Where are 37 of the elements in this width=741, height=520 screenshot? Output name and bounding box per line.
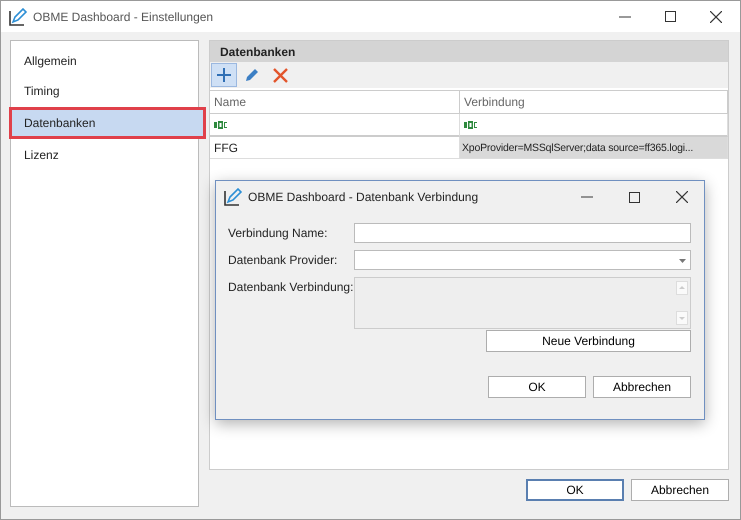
column-header[interactable]: Verbindung <box>460 90 728 114</box>
plus-icon <box>216 67 232 83</box>
field-label: Verbindung Name: <box>228 225 328 240</box>
minimize-icon[interactable] <box>619 16 631 18</box>
table-cell: FFG <box>210 137 460 159</box>
text-filter-icon <box>214 120 227 128</box>
close-icon[interactable] <box>710 10 722 22</box>
column-header[interactable]: Name <box>210 90 460 114</box>
app-icon <box>9 8 27 26</box>
panel-header: Datenbanken <box>210 41 728 62</box>
sidebar-item[interactable]: Timing <box>11 77 198 105</box>
provider-dropdown[interactable] <box>354 250 691 270</box>
close-icon[interactable] <box>676 191 688 203</box>
minimize-icon[interactable] <box>581 196 593 198</box>
sidebar-item[interactable]: Allgemein <box>11 47 198 75</box>
sidebar-item[interactable]: Lizenz <box>11 141 198 169</box>
cancel-button[interactable]: Abbrechen <box>631 479 729 501</box>
maximize-icon[interactable] <box>629 192 640 202</box>
cancel-button[interactable]: Abbrechen <box>593 376 691 398</box>
delete-icon <box>272 68 288 82</box>
window-title: OBME Dashboard - Einstellungen <box>33 10 214 24</box>
name-field[interactable] <box>354 223 691 243</box>
filter-cell[interactable] <box>210 114 460 137</box>
ok-button[interactable]: OK <box>526 479 624 501</box>
dialog-title: OBME Dashboard - Datenbank Verbindung <box>248 190 478 204</box>
text-filter-icon <box>464 120 477 128</box>
add-button[interactable] <box>211 63 237 87</box>
sidebar-item[interactable]: Datenbanken <box>9 107 206 139</box>
pencil-icon <box>244 67 260 83</box>
maximize-icon[interactable] <box>665 11 676 22</box>
field-label: Datenbank Verbindung: <box>228 279 354 294</box>
ok-button[interactable]: OK <box>488 376 586 398</box>
field-label: Datenbank Provider: <box>228 252 338 267</box>
app-icon <box>224 188 242 206</box>
table-cell: XpoProvider=MSSqlServer;data source=ff365.logi... <box>460 137 728 159</box>
new-connection-button[interactable]: Neue Verbindung <box>486 330 691 352</box>
dropdown-arrow-icon <box>679 259 686 263</box>
